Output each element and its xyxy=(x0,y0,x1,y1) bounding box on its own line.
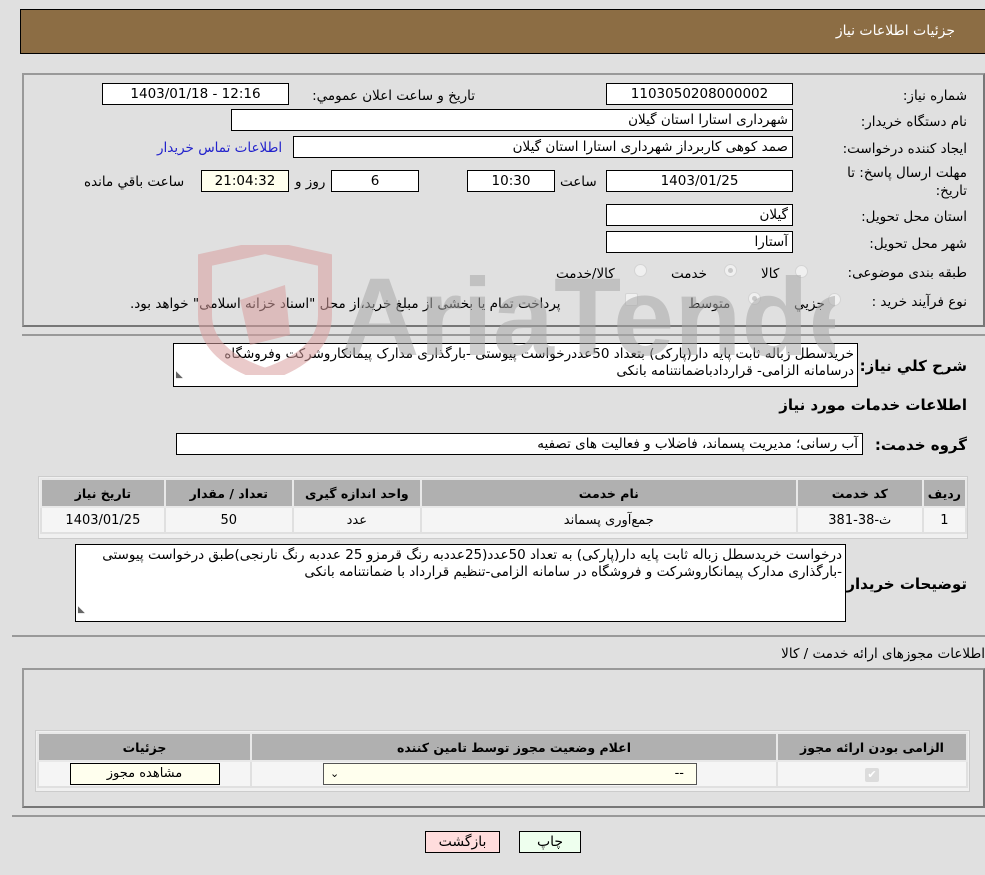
cell-unit: عدد xyxy=(291,506,422,534)
category-option-service: خدمت xyxy=(671,266,707,282)
cell-permit-status: -- ⌄ xyxy=(250,760,778,788)
service-group-label: گروه خدمت: xyxy=(874,436,967,454)
cell-service-code: ث-38-381 xyxy=(795,506,924,534)
table-row: ✔ -- ⌄ مشاهده مجوز xyxy=(37,760,968,788)
col-permit-required: الزامی بودن ارائه مجوز xyxy=(776,732,968,762)
permit-status-select[interactable]: -- ⌄ xyxy=(323,763,697,785)
category-option-goods-service: کالا/خدمت xyxy=(556,266,615,282)
divider xyxy=(22,334,985,336)
days-label: روز و xyxy=(295,174,326,190)
time-remaining-field: 21:04:32 xyxy=(201,170,289,192)
announce-datetime-label: تاریخ و ساعت اعلان عمومي: xyxy=(312,88,475,104)
deadline-date-field: 1403/01/25 xyxy=(606,170,793,192)
buyer-notes-label: توضيحات خريدار: xyxy=(840,575,967,593)
col-quantity: تعداد / مقدار xyxy=(163,478,294,508)
treasury-note: پرداخت تمام یا بخشی از مبلغ خرید،از محل … xyxy=(130,296,561,312)
col-service-name: نام خدمت xyxy=(419,478,798,508)
permits-table: الزامی بودن ارائه مجوز اعلام وضعیت مجوز … xyxy=(37,732,968,788)
category-option-goods: کالا xyxy=(761,266,780,282)
delivery-city-label: شهر محل تحويل: xyxy=(869,236,967,252)
permit-status-value: -- xyxy=(674,766,684,781)
table-row: 1 ث-38-381 جمع‌آوری پسماند عدد 50 1403/0… xyxy=(40,506,968,534)
cell-permit-required: ✔ xyxy=(776,760,968,788)
divider xyxy=(12,815,985,817)
page-header: جزئیات اطلاعات نیاز xyxy=(20,9,985,54)
cell-row-number: 1 xyxy=(921,506,968,534)
deadline-label: مهلت ارسال پاسخ: تا تاریخ: xyxy=(847,165,967,199)
service-group-field: آب رسانی؛ مدیریت پسماند، فاضلاب و فعالیت… xyxy=(176,433,863,455)
requester-field: صمد کوهی کاربرداز شهرداری استارا استان گ… xyxy=(293,136,793,158)
buyer-org-field: شهرداری استارا استان گیلان xyxy=(231,109,793,131)
summary-label: شرح کلي نياز: xyxy=(859,357,967,375)
requester-label: ايجاد کننده درخواست: xyxy=(842,141,967,157)
services-table-header: رديف کد خدمت نام خدمت واحد اندازه گيری ت… xyxy=(40,478,968,508)
buyer-contact-link[interactable]: اطلاعات تماس خريدار xyxy=(157,140,282,156)
buyer-notes-textarea[interactable]: درخواست خریدسطل زباله ثابت پایه دار(پارک… xyxy=(75,544,846,622)
category-label: طبقه بندی موضوعی: xyxy=(847,265,967,281)
col-row-number: رديف xyxy=(921,478,968,508)
deadline-time-label: ساعت xyxy=(560,174,597,190)
page-title: جزئیات اطلاعات نیاز xyxy=(835,23,955,39)
resize-grip-icon[interactable]: ◢ xyxy=(176,367,183,384)
purchase-type-radio-minor[interactable] xyxy=(828,293,841,306)
resize-grip-icon[interactable]: ◢ xyxy=(78,602,85,619)
cell-need-date: 1403/01/25 xyxy=(40,506,166,534)
back-button[interactable]: بازگشت xyxy=(425,831,500,853)
delivery-city-field: آستارا xyxy=(606,231,793,253)
purchase-type-radio-medium[interactable] xyxy=(748,292,761,305)
print-button[interactable]: چاپ xyxy=(519,831,581,853)
summary-textarea[interactable]: خریدسطل زباله ثابت پایه دار(پارکی) بتعدا… xyxy=(173,343,858,387)
category-radio-goods-service[interactable] xyxy=(634,264,647,277)
treasury-checkbox[interactable] xyxy=(625,293,638,306)
delivery-province-label: استان محل تحويل: xyxy=(861,209,967,225)
permits-table-header: الزامی بودن ارائه مجوز اعلام وضعیت مجوز … xyxy=(37,732,968,762)
deadline-time-field: 10:30 xyxy=(467,170,555,192)
category-radio-service[interactable] xyxy=(724,264,737,277)
chevron-down-icon: ⌄ xyxy=(330,767,340,780)
permit-required-checkbox: ✔ xyxy=(865,767,879,782)
delivery-province-field: گیلان xyxy=(606,204,793,226)
col-unit: واحد اندازه گيری xyxy=(291,478,422,508)
cell-permit-details: مشاهده مجوز xyxy=(37,760,252,788)
buyer-notes-text: درخواست خریدسطل زباله ثابت پایه دار(پارک… xyxy=(102,547,842,580)
services-section-title: اطلاعات خدمات مورد نياز xyxy=(779,396,967,414)
cell-service-name: جمع‌آوری پسماند xyxy=(419,506,798,534)
services-table: رديف کد خدمت نام خدمت واحد اندازه گيری ت… xyxy=(40,478,968,534)
time-remaining-label: ساعت باقي مانده xyxy=(84,174,185,190)
days-remaining-field: 6 xyxy=(331,170,419,192)
col-service-code: کد خدمت xyxy=(795,478,924,508)
col-permit-details: جزئیات xyxy=(37,732,252,762)
col-permit-status: اعلام وضعیت مجوز توسط تامین کننده xyxy=(250,732,778,762)
announce-datetime-field: 1403/01/18 - 12:16 xyxy=(102,83,289,105)
divider xyxy=(12,635,985,637)
summary-text: خریدسطل زباله ثابت پایه دار(پارکی) بتعدا… xyxy=(224,346,854,379)
buyer-org-label: نام دستگاه خريدار: xyxy=(860,114,967,130)
cell-quantity: 50 xyxy=(163,506,294,534)
need-number-label: شماره نیاز: xyxy=(902,88,967,104)
col-need-date: تاريخ نياز xyxy=(40,478,166,508)
purchase-type-label: نوع فرآیند خرید : xyxy=(871,294,967,310)
need-number-field: 1103050208000002 xyxy=(606,83,793,105)
view-permit-button[interactable]: مشاهده مجوز xyxy=(69,763,220,785)
purchase-type-option-medium: متوسط xyxy=(688,296,731,312)
permits-section-title: اطلاعات مجوزهای ارائه خدمت / کالا xyxy=(781,646,985,662)
category-radio-goods[interactable] xyxy=(795,265,808,278)
purchase-type-option-minor: جزيي xyxy=(794,296,825,312)
